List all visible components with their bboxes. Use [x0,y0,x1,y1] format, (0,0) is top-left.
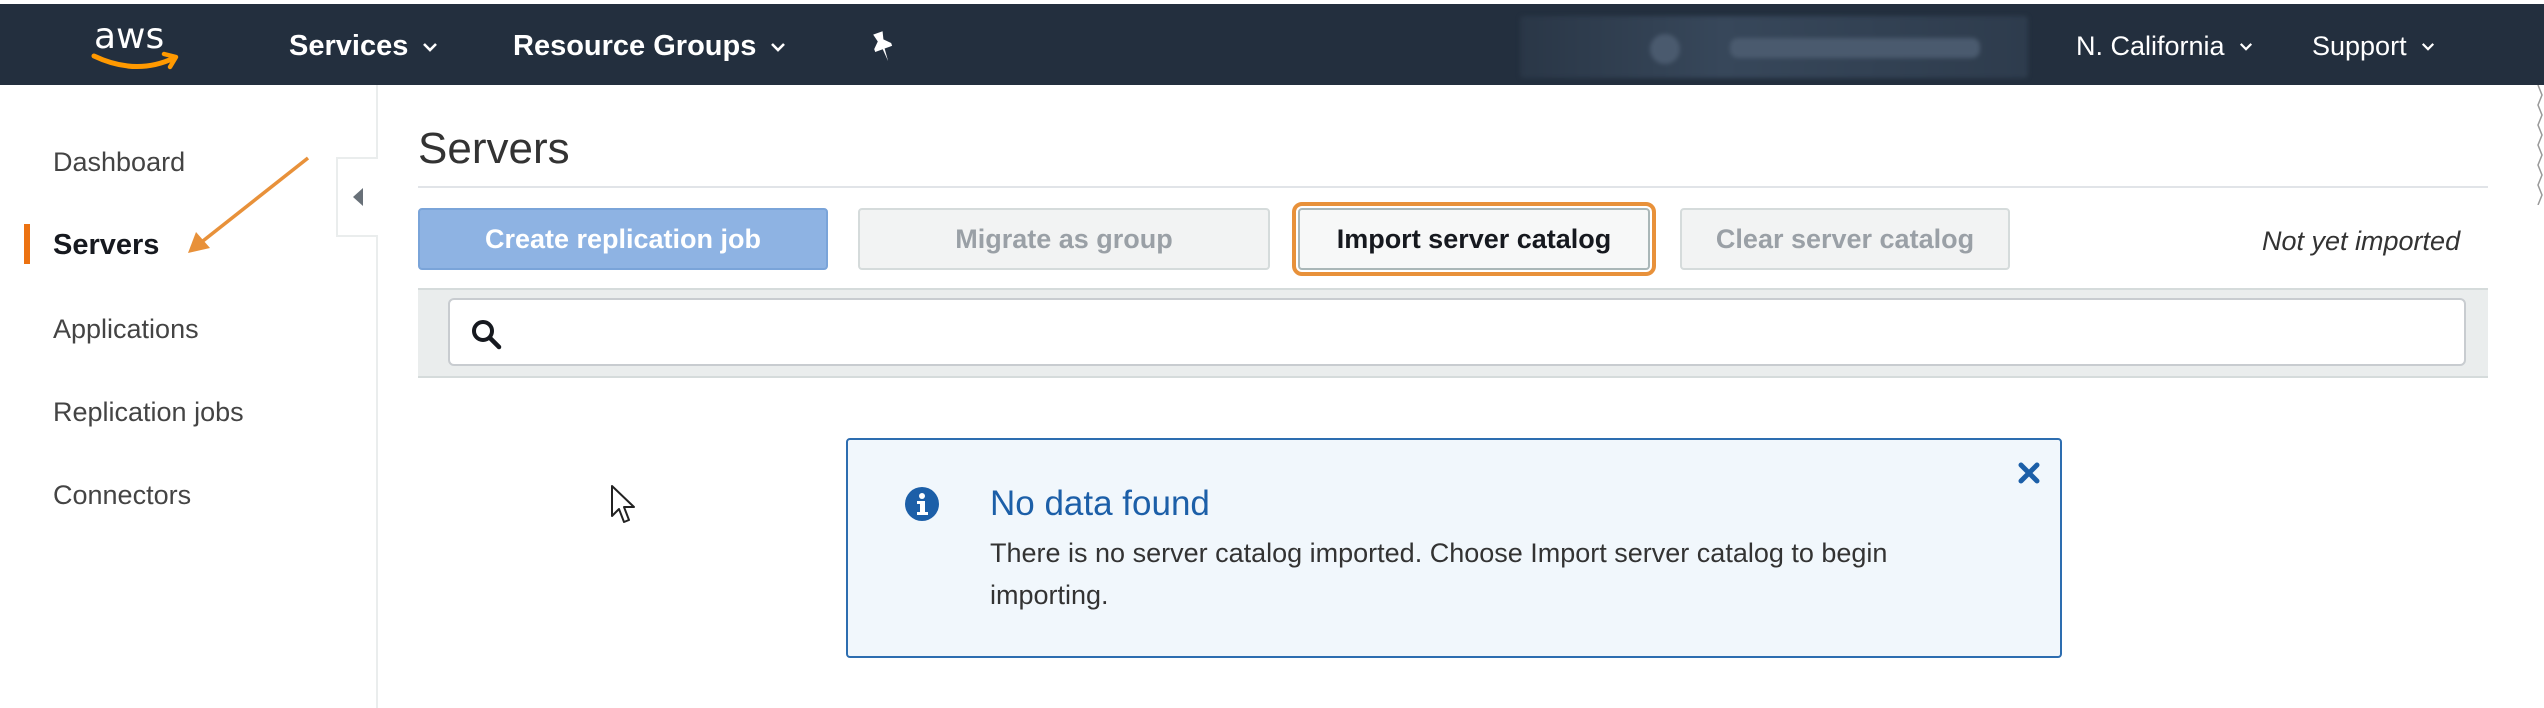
migrate-as-group-button[interactable]: Migrate as group [858,208,1270,270]
chevron-down-icon [422,42,438,52]
import-status-text: Not yet imported [2262,226,2461,256]
sidebar-item-replication-jobs[interactable]: Replication jobs [53,397,244,428]
scrollbar-edge [2537,85,2543,205]
active-item-marker [24,224,30,264]
clear-server-catalog-button[interactable]: Clear server catalog [1680,208,2010,270]
info-icon [905,487,939,521]
chevron-down-icon [2239,42,2253,51]
alert-message: There is no server catalog imported. Cho… [990,538,1888,610]
caret-left-icon [353,188,363,206]
resource-groups-label: Resource Groups [513,30,757,62]
aws-smile-icon [91,51,179,70]
alert-title: No data found [990,484,1210,523]
sidebar-item-servers[interactable]: Servers [53,229,159,262]
support-menu[interactable]: Support [2312,4,2435,89]
create-replication-job-button[interactable]: Create replication job [418,208,828,270]
search-icon [472,320,502,350]
page-title: Servers [418,124,570,173]
top-navigation-bar: aws Services Resource Groups N. Californ… [0,0,2544,85]
region-selector[interactable]: N. California [2076,4,2253,89]
chevron-down-icon [770,42,786,52]
services-menu[interactable]: Services [289,4,438,89]
support-label: Support [2312,31,2407,61]
search-box[interactable] [448,298,2466,366]
mouse-pointer-icon [611,485,635,523]
chevron-down-icon [2421,42,2435,51]
annotation-arrow-icon [188,156,310,253]
account-menu-blurred[interactable] [1520,16,2028,78]
sidebar-item-dashboard[interactable]: Dashboard [53,147,185,178]
services-label: Services [289,30,409,62]
divider [418,186,2488,188]
search-input[interactable] [520,308,2440,356]
close-icon[interactable] [2016,460,2042,486]
aws-logo[interactable]: aws [90,16,182,76]
pin-icon[interactable] [868,30,898,64]
import-server-catalog-button[interactable]: Import server catalog [1292,202,1656,276]
info-alert: No data found There is no server catalog… [846,438,2062,658]
region-label: N. California [2076,31,2225,61]
sidebar-collapse-toggle[interactable] [336,157,378,237]
sidebar-item-connectors[interactable]: Connectors [53,480,191,511]
resource-groups-menu[interactable]: Resource Groups [513,4,786,89]
sidebar-item-applications[interactable]: Applications [53,314,199,345]
